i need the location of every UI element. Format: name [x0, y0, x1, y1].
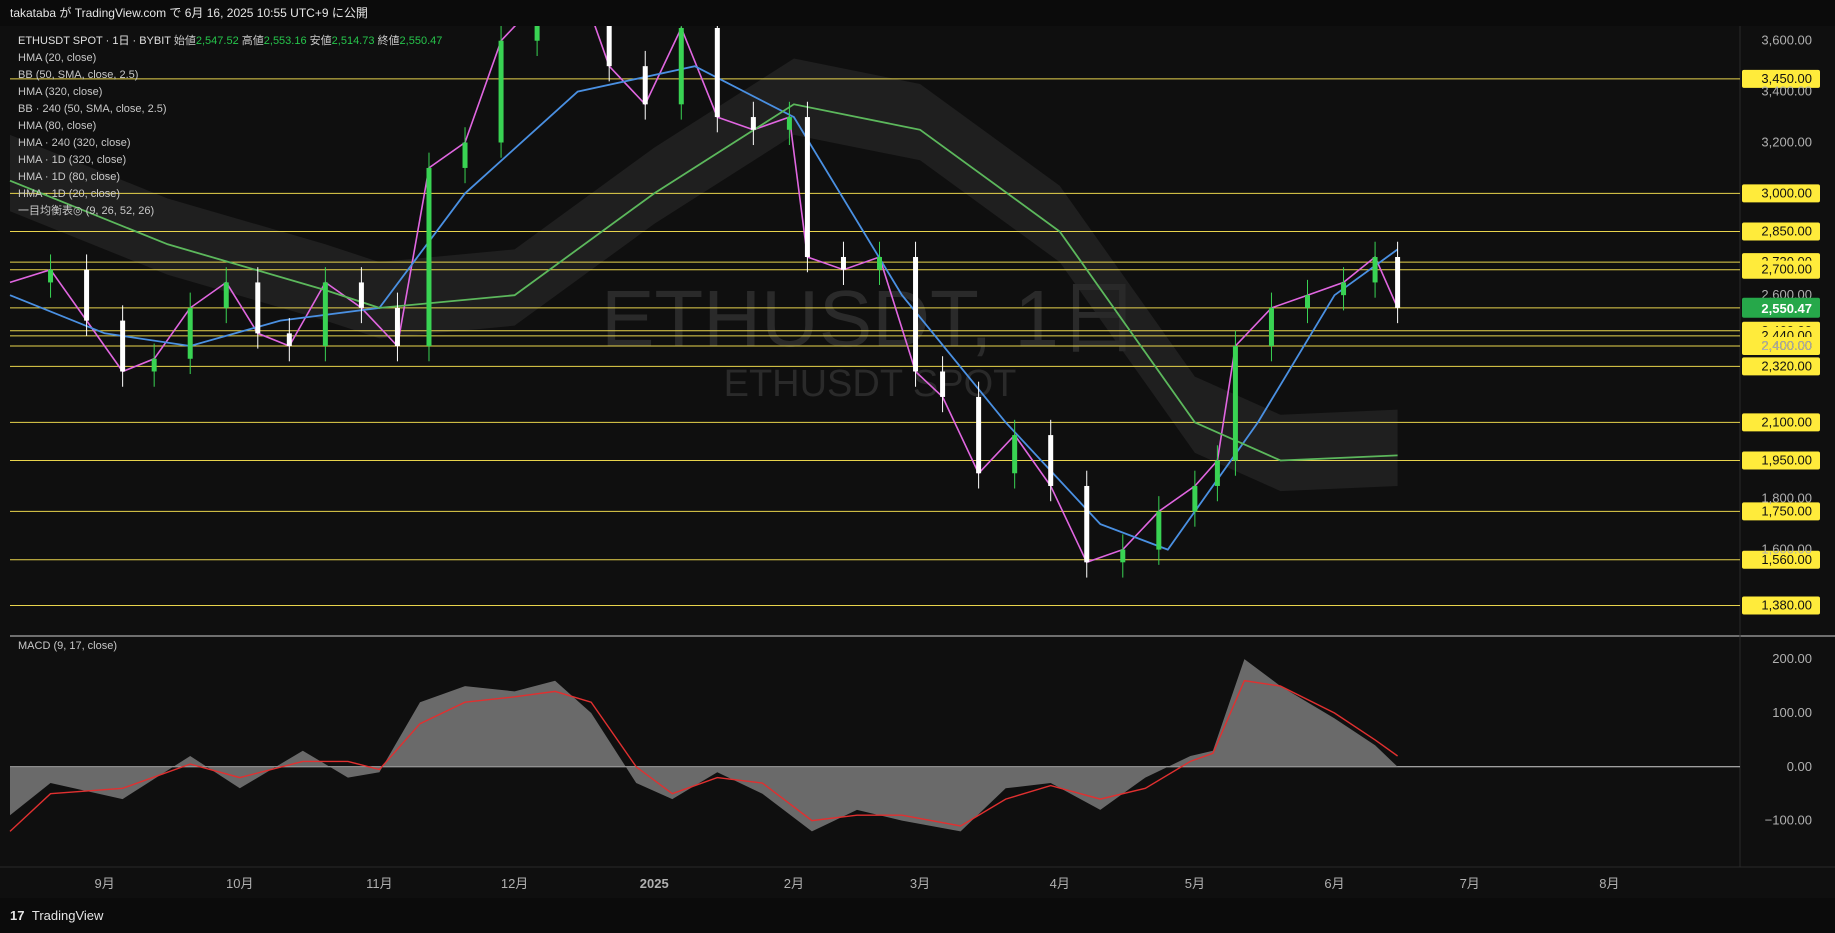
- price-level-label: 2,320.00: [1761, 358, 1812, 373]
- candle-body: [187, 307, 193, 359]
- legend-high-label: 高値: [241, 35, 264, 47]
- candle-body: [534, 26, 540, 41]
- candle-body: [223, 282, 229, 308]
- time-tick-label: 8月: [1599, 876, 1619, 891]
- indicator-row[interactable]: BB (50, SMA, close, 2.5): [18, 67, 442, 84]
- price-tick-label: 2,400.00: [1761, 338, 1812, 353]
- candle-body: [1214, 460, 1220, 486]
- publish-header: takataba が TradingView.com で 6月 16, 2025…: [0, 0, 1835, 26]
- candle-body: [1232, 346, 1238, 461]
- candle-body: [678, 28, 684, 105]
- legend-low-label: 安値: [309, 35, 332, 47]
- candle-body: [358, 282, 364, 308]
- legend-close-label: 終値: [377, 35, 400, 47]
- indicator-row[interactable]: HMA · 1D (80, close): [18, 169, 442, 186]
- indicator-row[interactable]: HMA (20, close): [18, 50, 442, 67]
- candle-body: [804, 117, 810, 257]
- candle-body: [606, 26, 612, 67]
- candle-body: [120, 320, 126, 372]
- legend-close: 2,550.47: [399, 35, 443, 47]
- legend-symbol[interactable]: ETHUSDT SPOT · 1日 · BYBIT: [18, 35, 171, 47]
- macd-tick-label: −100.00: [1765, 813, 1812, 828]
- macd-tick-label: 0.00: [1787, 759, 1812, 774]
- watermark-sub: ETHUSDT SPOT: [724, 363, 1017, 405]
- candle-body: [1012, 435, 1018, 474]
- candle-body: [913, 256, 919, 372]
- candle-body: [714, 28, 720, 118]
- candle-body: [151, 358, 157, 372]
- macd-legend[interactable]: MACD (9, 17, close): [18, 640, 117, 652]
- footer: 17 TradingView: [0, 898, 1835, 933]
- candle-body: [322, 282, 328, 347]
- price-level-label: 1,950.00: [1761, 453, 1812, 468]
- candle-body: [394, 307, 400, 347]
- candle-body: [940, 371, 946, 397]
- candle-body: [498, 40, 504, 143]
- candle-body: [786, 117, 792, 130]
- legend: ETHUSDT SPOT · 1日 · BYBIT 始値2,547.52 高値2…: [18, 33, 442, 220]
- indicator-row[interactable]: 一目均衡表◎ (9, 26, 52, 26): [18, 203, 442, 220]
- indicator-row[interactable]: BB · 240 (50, SMA, close, 2.5): [18, 101, 442, 118]
- candle-body: [1156, 511, 1162, 550]
- legend-open: 2,547.52: [195, 35, 239, 47]
- legend-high: 2,553.16: [263, 35, 307, 47]
- price-tick-label: 3,600.00: [1761, 33, 1812, 48]
- candle-body: [1268, 307, 1274, 347]
- time-tick-label: 10月: [226, 876, 253, 891]
- footer-brand[interactable]: TradingView: [32, 908, 104, 923]
- time-tick-label: 2月: [784, 876, 804, 891]
- macd-tick-label: 200.00: [1772, 651, 1812, 666]
- candle-body: [286, 333, 292, 347]
- candle-body: [1120, 549, 1126, 563]
- price-level-label: 3,000.00: [1761, 185, 1812, 200]
- candle-body: [642, 66, 648, 105]
- publish-line: takataba が TradingView.com で 6月 16, 2025…: [10, 6, 368, 20]
- candle-body: [462, 142, 468, 168]
- legend-symbol-row: ETHUSDT SPOT · 1日 · BYBIT 始値2,547.52 高値2…: [18, 33, 442, 50]
- price-level-label: 2,700.00: [1761, 262, 1812, 277]
- candle-body: [48, 269, 54, 283]
- time-tick-label: 7月: [1460, 876, 1480, 891]
- price-level-label: 1,380.00: [1761, 598, 1812, 613]
- price-tick-label: 3,200.00: [1761, 134, 1812, 149]
- time-tick-label: 4月: [1050, 876, 1070, 891]
- indicator-row[interactable]: HMA · 1D (320, close): [18, 152, 442, 169]
- candle-body: [84, 269, 90, 321]
- candle-body: [1372, 256, 1378, 283]
- indicator-row[interactable]: HMA (80, close): [18, 118, 442, 135]
- time-tick-label: 6月: [1324, 876, 1344, 891]
- candle-body: [1341, 282, 1347, 296]
- legend-low: 2,514.73: [331, 35, 375, 47]
- price-tick-label: 1,800.00: [1761, 491, 1812, 506]
- tradingview-logo-icon[interactable]: 17: [10, 908, 24, 923]
- candle-body: [877, 256, 883, 270]
- price-level-label: 2,850.00: [1761, 224, 1812, 239]
- price-tick-label: 3,400.00: [1761, 84, 1812, 99]
- candle-body: [1084, 485, 1090, 563]
- indicator-row[interactable]: HMA · 1D (20, close): [18, 186, 442, 203]
- time-tick-label: 11月: [366, 876, 393, 891]
- candle-body: [750, 117, 756, 130]
- macd-tick-label: 100.00: [1772, 705, 1812, 720]
- time-tick-label: 9月: [94, 876, 114, 891]
- candle-body: [840, 256, 846, 270]
- legend-open-label: 始値: [173, 35, 196, 47]
- candle-body: [1192, 485, 1198, 512]
- time-tick-label: 3月: [910, 876, 930, 891]
- watermark-main: ETHUSDT, 1日: [601, 274, 1139, 363]
- candle-body: [255, 282, 261, 334]
- price-level-label: 2,100.00: [1761, 414, 1812, 429]
- candle-body: [1395, 256, 1401, 308]
- indicator-row[interactable]: HMA (320, close): [18, 84, 442, 101]
- time-tick-label: 5月: [1185, 876, 1205, 891]
- candle-body: [976, 396, 982, 474]
- time-tick-label: 2025: [640, 876, 669, 891]
- indicator-row[interactable]: HMA · 240 (320, close): [18, 135, 442, 152]
- price-tick-label: 1,600.00: [1761, 542, 1812, 557]
- candle-body: [1048, 435, 1054, 486]
- time-tick-label: 12月: [501, 876, 528, 891]
- last-price-label: 2,550.47: [1761, 301, 1812, 316]
- candle-body: [1305, 295, 1310, 308]
